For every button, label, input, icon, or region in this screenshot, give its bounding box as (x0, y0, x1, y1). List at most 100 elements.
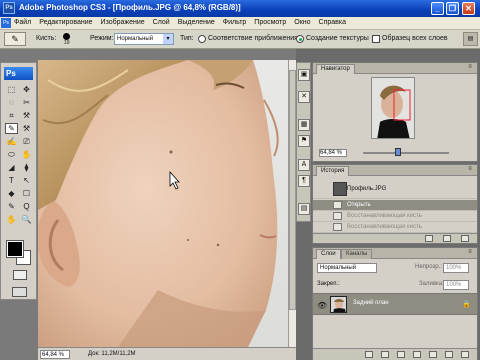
toolbox-logo[interactable]: Ps (4, 67, 33, 80)
menu-layer[interactable]: Слой (153, 19, 170, 26)
foreground-color-swatch[interactable] (7, 241, 23, 257)
history-item[interactable]: Открыть (313, 200, 477, 211)
move-tool-icon[interactable]: ✥ (20, 84, 33, 95)
panel-menu-icon[interactable]: ≡ (466, 249, 474, 257)
new-layer-icon[interactable] (445, 351, 453, 358)
gradient-tool-icon[interactable]: ✋ (20, 149, 33, 160)
chevron-down-icon: ▾ (163, 34, 173, 44)
notes-tool-icon[interactable]: ✎ (5, 201, 18, 212)
layers-footer (313, 348, 477, 360)
path-selection-tool-icon[interactable]: ↖ (20, 175, 33, 186)
scrollbar-thumb[interactable] (289, 70, 296, 310)
marquee-tool-icon[interactable]: ⬚ (5, 84, 18, 95)
history-item[interactable]: Восстанавливающая кисть (313, 211, 477, 222)
tab-channels[interactable]: Каналы (341, 249, 373, 259)
hand-tool-icon[interactable]: ✋ (5, 214, 18, 225)
zoom-tool-icon[interactable]: 🔍 (20, 214, 33, 225)
navigator-zoom-slider[interactable] (363, 152, 449, 154)
character-panel-icon[interactable]: A (298, 159, 310, 171)
blend-mode-select[interactable]: Нормальный (317, 263, 377, 273)
history-item-label: Восстанавливающая кисть (347, 213, 422, 219)
layer-comps-panel-icon[interactable]: ▤ (298, 203, 310, 215)
link-layers-icon[interactable] (365, 351, 373, 358)
magic-wand-tool-icon[interactable]: ✂ (20, 97, 33, 108)
image-canvas[interactable] (38, 60, 288, 347)
blur-tool-icon[interactable]: ◢ (5, 162, 18, 173)
panel-menu-icon[interactable]: ≡ (466, 166, 474, 174)
history-brush-tool-icon[interactable]: ⎚ (20, 136, 33, 147)
eyedropper-tool-icon[interactable]: Q (20, 201, 33, 212)
canvas-vertical-scrollbar[interactable] (288, 60, 296, 347)
opacity-label: Непрозр.: (415, 264, 442, 270)
slice-tool-icon[interactable]: ⚒ (20, 110, 33, 121)
history-item[interactable]: Восстанавливающая кисть (313, 222, 477, 233)
opacity-field[interactable]: 100% (443, 263, 469, 273)
navigator-zoom-knob[interactable] (395, 148, 401, 156)
navigator-thumbnail[interactable] (371, 77, 415, 139)
clone-stamp-tool-icon[interactable]: ✍ (5, 136, 18, 147)
menu-edit[interactable]: Редактирование (39, 19, 92, 26)
brush-tool-icon[interactable]: ⚒ (20, 123, 33, 134)
new-document-from-state-icon[interactable] (425, 235, 433, 242)
menu-file[interactable]: Файл (14, 19, 31, 26)
quick-mask-icon[interactable] (13, 270, 27, 280)
paragraph-panel-icon[interactable]: ¶ (298, 175, 310, 187)
title-bar: Ps Adobe Photoshop CS3 - [Профиль.JPG @ … (0, 0, 480, 17)
tab-history[interactable]: История (316, 166, 350, 176)
lock-label: Закреп.: (317, 281, 340, 287)
menu-window[interactable]: Окно (294, 19, 310, 26)
navigator-preview-image (372, 78, 414, 138)
palette-well-icon: ▤ (467, 36, 474, 42)
layers-panel: Слои Каналы ≡ Нормальный Непрозр.: 100% … (312, 247, 478, 360)
trash-icon[interactable] (461, 235, 469, 242)
trash-icon[interactable] (461, 351, 469, 358)
healing-brush-tool-icon[interactable]: ✎ (5, 123, 18, 134)
brushes-panel-icon[interactable]: ▦ (298, 119, 310, 131)
menu-help[interactable]: Справка (319, 19, 346, 26)
zoom-field[interactable]: 64,84 % (40, 350, 70, 359)
screen-mode-icon[interactable] (12, 287, 27, 297)
close-button[interactable]: ✕ (462, 2, 475, 15)
navigator-panel-icon[interactable]: ▣ (298, 69, 310, 81)
navigator-zoom-field[interactable]: 64,84 % (319, 149, 347, 157)
crop-tool-icon[interactable]: ⌗ (5, 110, 18, 121)
restore-button[interactable]: ❐ (446, 2, 459, 15)
menu-select[interactable]: Выделение (178, 19, 215, 26)
brush-preview-icon[interactable] (63, 33, 70, 40)
minimize-button[interactable]: _ (431, 2, 444, 15)
adjustment-layer-icon[interactable] (413, 351, 421, 358)
tab-layers[interactable]: Слои (316, 249, 341, 259)
photoshop-menu-icon[interactable]: Ps (1, 18, 11, 28)
type-radio-texture[interactable] (296, 35, 304, 43)
layer-style-icon[interactable] (381, 351, 389, 358)
tool-preset-picker[interactable]: ✎ (4, 32, 26, 46)
shape-tool-icon[interactable]: ☐ (20, 188, 33, 199)
sample-all-checkbox[interactable] (372, 35, 380, 43)
dodge-tool-icon[interactable]: ⧫ (20, 162, 33, 173)
new-snapshot-icon[interactable] (443, 235, 451, 242)
workspace-switcher[interactable]: ▤ (463, 32, 478, 46)
menu-image[interactable]: Изображение (101, 19, 145, 26)
clone-source-panel-icon[interactable]: ⚑ (298, 135, 310, 147)
mode-select[interactable]: Нормальный ▾ (114, 33, 174, 45)
tab-navigator[interactable]: Навигатор (316, 64, 355, 74)
layer-row[interactable]: 👁 Задний план 🔒 (313, 293, 477, 315)
type-option-texture: Создание текстуры (306, 35, 369, 42)
fill-field[interactable]: 100% (443, 280, 469, 290)
panel-menu-icon[interactable]: ≡ (466, 64, 474, 72)
menu-view[interactable]: Просмотр (254, 19, 286, 26)
snapshot-label: Профиль.JPG (347, 186, 387, 192)
options-bar: ✎ Кисть: 19 Режим: Нормальный ▾ Тип: Соо… (0, 30, 480, 49)
lasso-tool-icon[interactable]: ◌ (5, 97, 18, 108)
tool-presets-panel-icon[interactable]: ✕ (298, 91, 310, 103)
eraser-tool-icon[interactable]: ⬭ (5, 149, 18, 160)
new-group-icon[interactable] (429, 351, 437, 358)
menu-filter[interactable]: Фильтр (223, 19, 247, 26)
eye-icon[interactable]: 👁 (317, 301, 327, 310)
layer-mask-icon[interactable] (397, 351, 405, 358)
type-radio-proximity[interactable] (198, 35, 206, 43)
history-panel: История ≡ Профиль.JPG Открыть Восстанавл… (312, 164, 478, 244)
history-snapshot[interactable]: Профиль.JPG (313, 179, 477, 199)
pen-tool-icon[interactable]: ◆ (5, 188, 18, 199)
type-tool-icon[interactable]: T (5, 175, 18, 186)
